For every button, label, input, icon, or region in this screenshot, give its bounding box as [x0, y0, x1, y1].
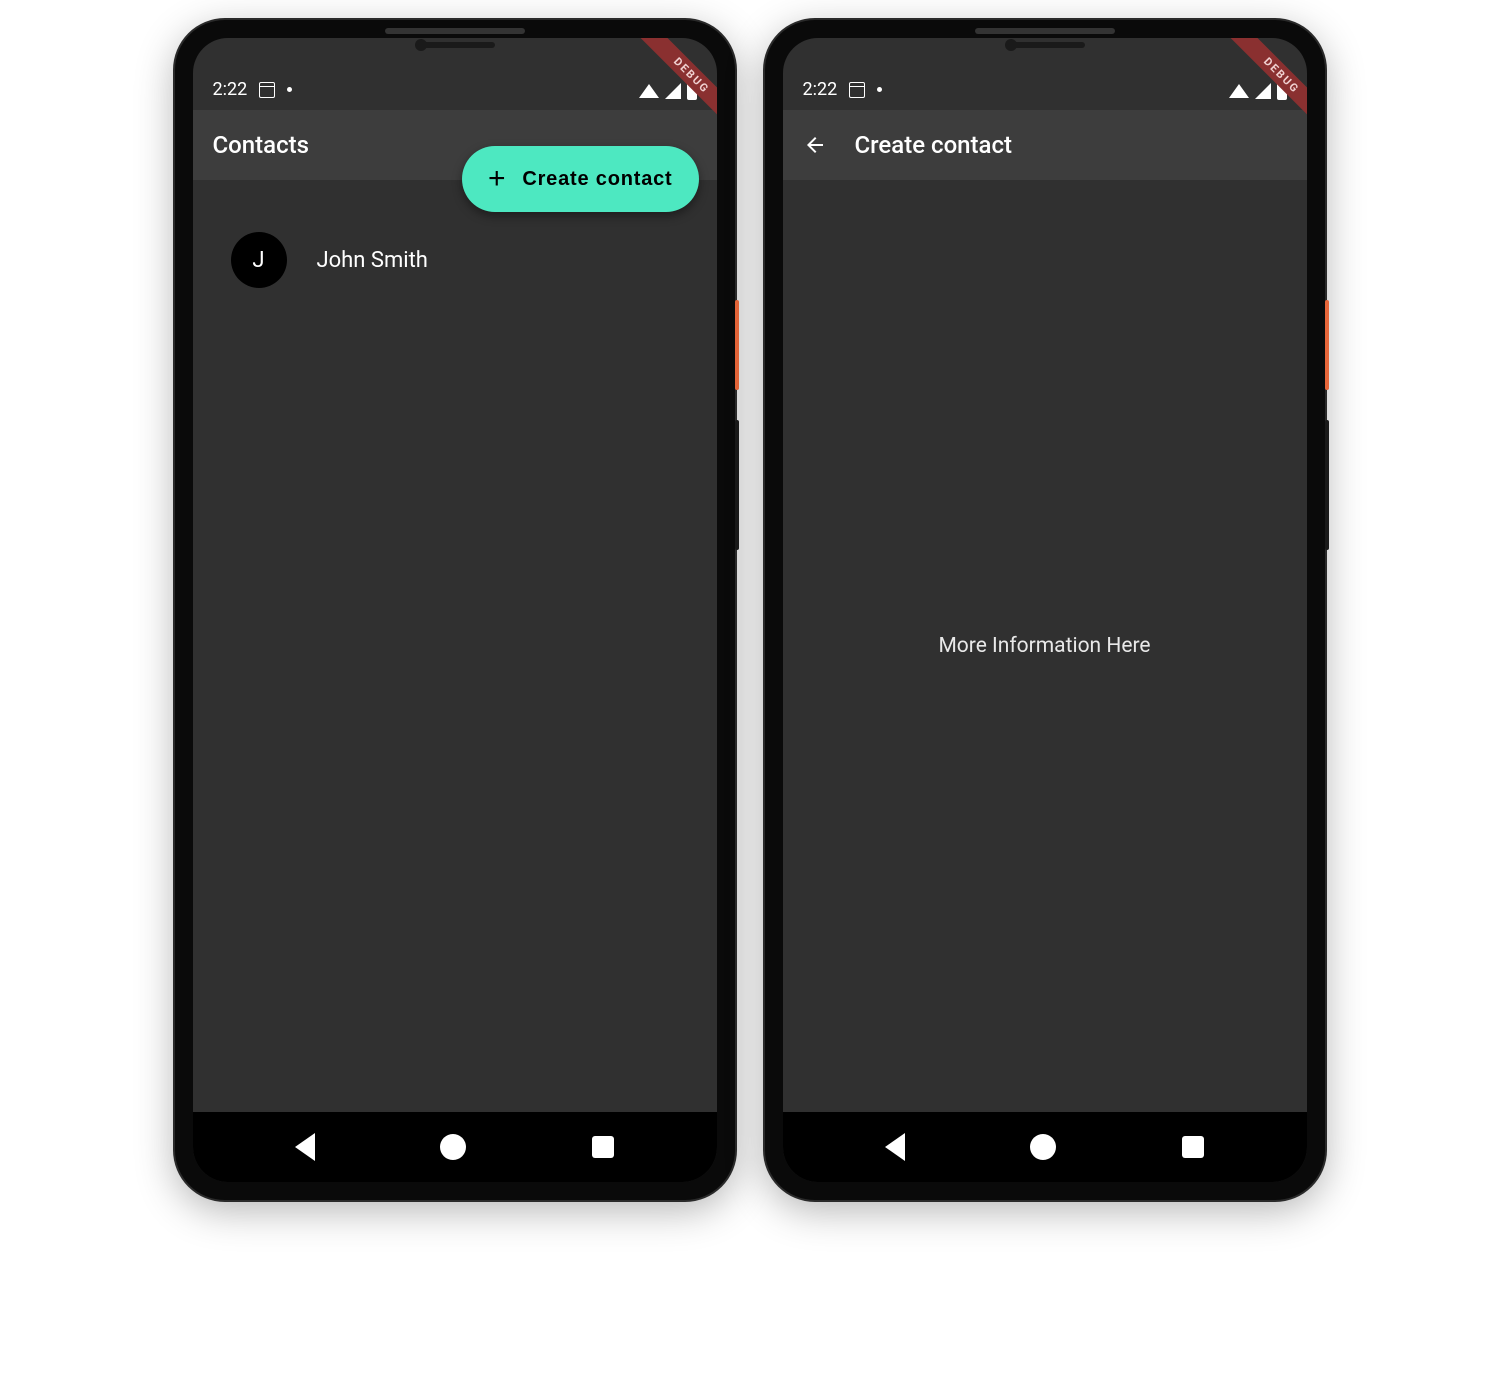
create-contact-button[interactable]: + Create contact	[462, 146, 698, 212]
arrow-left-icon	[803, 133, 827, 157]
notification-dot-icon	[287, 87, 292, 92]
nav-recent-button[interactable]	[592, 1136, 614, 1158]
nav-recent-button[interactable]	[1182, 1136, 1204, 1158]
contact-name: John Smith	[317, 248, 428, 273]
fab-label: Create contact	[522, 168, 672, 191]
avatar-initial: J	[252, 248, 264, 273]
nav-back-button[interactable]	[885, 1133, 905, 1161]
back-button[interactable]	[803, 133, 827, 157]
calendar-icon	[259, 82, 275, 98]
app-bar: Create contact	[783, 110, 1307, 180]
nav-home-button[interactable]	[1030, 1134, 1056, 1160]
page-title: Contacts	[213, 131, 309, 159]
page-title: Create contact	[855, 131, 1013, 159]
wifi-icon	[639, 84, 659, 98]
signal-icon	[665, 83, 681, 99]
signal-icon	[1255, 83, 1271, 99]
calendar-icon	[849, 82, 865, 98]
phone-frame-2: DEBUG 2:22 Create contact	[765, 20, 1325, 1200]
status-bar: 2:22	[193, 38, 717, 110]
avatar: J	[231, 232, 287, 288]
wifi-icon	[1229, 84, 1249, 98]
nav-home-button[interactable]	[440, 1134, 466, 1160]
navigation-bar	[783, 1112, 1307, 1182]
notification-dot-icon	[877, 87, 882, 92]
status-bar: 2:22	[783, 38, 1307, 110]
screen-create-contact: DEBUG 2:22 Create contact	[783, 38, 1307, 1182]
placeholder-text: More Information Here	[938, 634, 1150, 658]
status-time: 2:22	[213, 79, 248, 100]
plus-icon: +	[488, 164, 506, 194]
content-area: More Information Here	[783, 180, 1307, 1112]
content-area: + Create contact J John Smith	[193, 180, 717, 1112]
nav-back-button[interactable]	[295, 1133, 315, 1161]
screen-contacts: DEBUG 2:22 Contacts + Create contact	[193, 38, 717, 1182]
navigation-bar	[193, 1112, 717, 1182]
status-time: 2:22	[803, 79, 838, 100]
phone-frame-1: DEBUG 2:22 Contacts + Create contact	[175, 20, 735, 1200]
